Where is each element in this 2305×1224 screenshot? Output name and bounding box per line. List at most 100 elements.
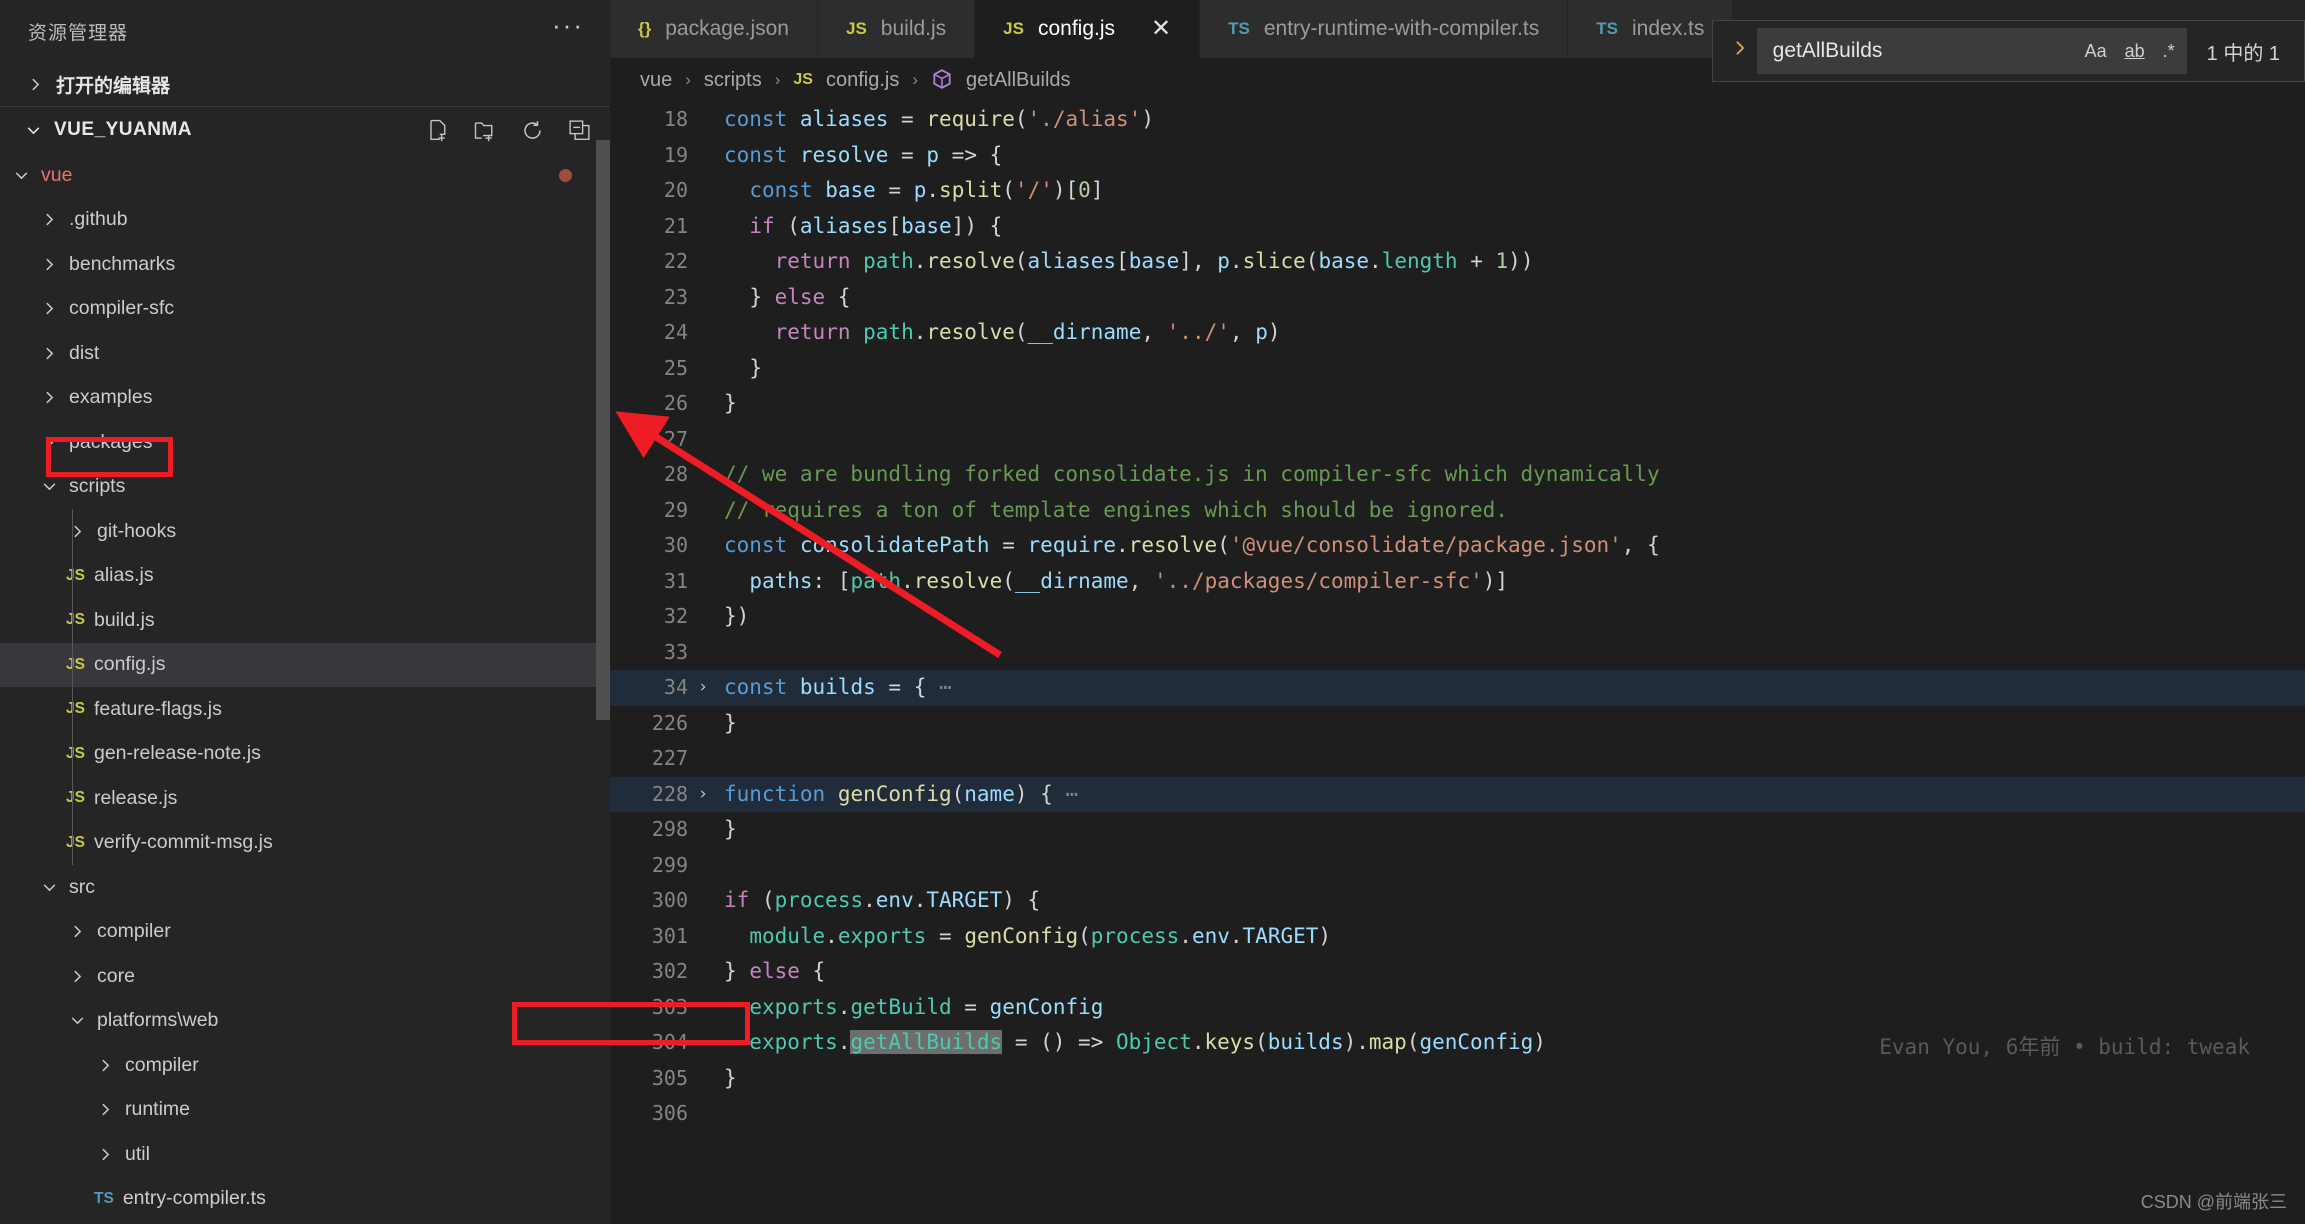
open-editors-label: 打开的编辑器 <box>56 75 171 97</box>
code-line-29[interactable]: 29 // requires a ton of template engines … <box>610 493 2305 529</box>
code-line-26[interactable]: 26} <box>610 386 2305 422</box>
code-line-27[interactable]: 27 <box>610 422 2305 458</box>
code-line-299[interactable]: 299 <box>610 848 2305 884</box>
tree-item-label: dist <box>69 341 100 364</box>
new-folder-icon[interactable] <box>473 118 498 143</box>
code-line-19[interactable]: 19 const resolve = p => { <box>610 138 2305 174</box>
code-line-33[interactable]: 33 <box>610 635 2305 671</box>
tree-folder-compiler[interactable]: compiler <box>0 910 610 955</box>
tree-file-alias-js[interactable]: JS alias.js <box>0 554 610 599</box>
editor-tab-index-ts[interactable]: TS index.ts <box>1568 0 1734 58</box>
tree-file-config-js[interactable]: JS config.js <box>0 642 610 687</box>
breadcrumb-file-icon: JS <box>793 71 813 88</box>
breadcrumb-separator: › <box>685 70 691 89</box>
editor-tab-package-json[interactable]: {} package.json <box>610 0 818 58</box>
use-regex-icon[interactable]: .* <box>2163 41 2175 62</box>
tree-file-verify-commit-msg-js[interactable]: JS verify-commit-msg.js <box>0 821 610 866</box>
tree-file-build-js[interactable]: JS build.js <box>0 598 610 643</box>
code-line-32[interactable]: 32}) <box>610 599 2305 635</box>
code-line-226[interactable]: 226} <box>610 706 2305 742</box>
code-line-31[interactable]: 31 paths: [path.resolve(__dirname, '../p… <box>610 564 2305 600</box>
code-line-text: const consolidatePath = require.resolve(… <box>724 533 1660 557</box>
fold-chevron-right-icon[interactable]: › <box>688 777 718 813</box>
code-line-34[interactable]: 34 › const builds = { ⋯ <box>610 670 2305 706</box>
code-line-24[interactable]: 24 return path.resolve(__dirname, '../',… <box>610 315 2305 351</box>
tree-folder-scripts[interactable]: scripts <box>0 465 610 510</box>
tree-folder-compiler[interactable]: compiler <box>0 1043 610 1088</box>
sidebar-scrollbar[interactable] <box>596 140 610 720</box>
chevron-down-icon <box>66 1012 88 1029</box>
tree-file-feature-flags-js[interactable]: JS feature-flags.js <box>0 687 610 732</box>
tree-item-label: compiler-sfc <box>69 297 175 320</box>
code-line-300[interactable]: 300 if (process.env.TARGET) { <box>610 883 2305 919</box>
line-number: 34 <box>663 675 688 699</box>
find-widget[interactable]: getAllBuilds Aa ab .* 1 中的 1 <box>1711 20 2305 82</box>
code-line-text: if (process.env.TARGET) { <box>724 888 1041 912</box>
find-input[interactable]: getAllBuilds Aa ab .* <box>1756 28 2187 74</box>
tree-folder-src[interactable]: src <box>0 865 610 910</box>
code-editor[interactable]: 18 const aliases = require('./alias') 19 co… <box>610 102 2305 1224</box>
code-line-25[interactable]: 25 } <box>610 351 2305 387</box>
tree-folder-util[interactable]: util <box>0 1132 610 1177</box>
code-line-21[interactable]: 21 if (aliases[base]) { <box>610 209 2305 245</box>
chevron-right-icon <box>38 211 60 228</box>
code-line-227[interactable]: 227 <box>610 741 2305 777</box>
editor-tab-entry-runtime-with-compiler-ts[interactable]: TS entry-runtime-with-compiler.ts <box>1200 0 1569 58</box>
editor-tab-config-js[interactable]: JS config.js ✕ <box>975 0 1201 58</box>
code-line-text: return path.resolve(aliases[base], p.sli… <box>774 249 1534 273</box>
code-line-18[interactable]: 18 const aliases = require('./alias') <box>610 102 2305 138</box>
tree-folder-runtime[interactable]: runtime <box>0 1088 610 1133</box>
tree-folder-benchmarks[interactable]: benchmarks <box>0 242 610 287</box>
file-tree[interactable]: vue .github benchmarks compiler-sfc dist exam… <box>0 153 610 1224</box>
chevron-right-icon <box>94 1146 116 1163</box>
tree-folder-packages[interactable]: packages <box>0 420 610 465</box>
code-line-28[interactable]: 28 // we are bundling forked consolidate.… <box>610 457 2305 493</box>
chevron-right-icon <box>94 1101 116 1118</box>
code-line-22[interactable]: 22 return path.resolve(aliases[base], p.… <box>610 244 2305 280</box>
code-line-302[interactable]: 302} else { <box>610 954 2305 990</box>
chevron-down-icon <box>38 478 60 495</box>
tree-item-label: compiler <box>97 920 171 943</box>
tree-folder-compiler-sfc[interactable]: compiler-sfc <box>0 287 610 332</box>
line-number: 299 <box>651 852 688 877</box>
editor-tab-build-js[interactable]: JS build.js <box>818 0 976 58</box>
breadcrumb-item-config-js[interactable]: config.js <box>826 69 899 92</box>
code-line-303[interactable]: 303 exports.getBuild = genConfig <box>610 990 2305 1026</box>
line-number: 228 <box>651 781 688 806</box>
tree-file-entry-compiler-ts[interactable]: TS entry-compiler.ts <box>0 1177 610 1222</box>
open-editors-section[interactable]: 打开的编辑器 <box>0 62 610 107</box>
breadcrumb-item-scripts[interactable]: scripts <box>704 69 762 92</box>
code-line-306[interactable]: 306 <box>610 1096 2305 1132</box>
code-line-305[interactable]: 305} <box>610 1061 2305 1097</box>
code-line-23[interactable]: 23 } else { <box>610 280 2305 316</box>
tree-folder-git-hooks[interactable]: git-hooks <box>0 509 610 554</box>
code-line-298[interactable]: 298} <box>610 812 2305 848</box>
tree-folder--github[interactable]: .github <box>0 198 610 243</box>
breadcrumb-item-vue[interactable]: vue <box>640 69 672 92</box>
code-line-20[interactable]: 20 const base = p.split('/')[0] <box>610 173 2305 209</box>
code-line-30[interactable]: 30 const consolidatePath = require.resolv… <box>610 528 2305 564</box>
more-actions-icon[interactable]: ··· <box>552 12 584 42</box>
tree-item-label: compiler <box>125 1053 199 1076</box>
tree-folder-examples[interactable]: examples <box>0 376 610 421</box>
chevron-right-icon <box>38 300 60 317</box>
tree-folder-vue[interactable]: vue <box>0 153 610 198</box>
collapse-all-icon[interactable] <box>567 118 592 143</box>
tree-folder-platforms-web[interactable]: platforms\web <box>0 999 610 1044</box>
line-number: 21 <box>663 213 688 238</box>
tree-folder-dist[interactable]: dist <box>0 331 610 376</box>
tree-folder-core[interactable]: core <box>0 954 610 999</box>
fold-chevron-right-icon[interactable]: › <box>688 670 718 706</box>
breadcrumb-item-getAllBuilds[interactable]: getAllBuilds <box>966 69 1071 92</box>
code-line-228[interactable]: 228 › function genConfig(name) { ⋯ <box>610 776 2305 813</box>
tree-file-release-js[interactable]: JS release.js <box>0 776 610 821</box>
whole-word-icon[interactable]: ab <box>2125 41 2145 62</box>
new-file-icon[interactable] <box>426 118 451 143</box>
workspace-section-header[interactable]: VUE_YUANMA <box>0 107 610 153</box>
refresh-icon[interactable] <box>520 118 545 143</box>
toggle-replace-chevron-right-icon[interactable] <box>1723 37 1757 65</box>
close-icon[interactable]: ✕ <box>1151 17 1171 41</box>
match-case-icon[interactable]: Aa <box>2085 41 2107 62</box>
code-line-301[interactable]: 301 module.exports = genConfig(process.e… <box>610 919 2305 955</box>
tree-file-gen-release-note-js[interactable]: JS gen-release-note.js <box>0 732 610 777</box>
